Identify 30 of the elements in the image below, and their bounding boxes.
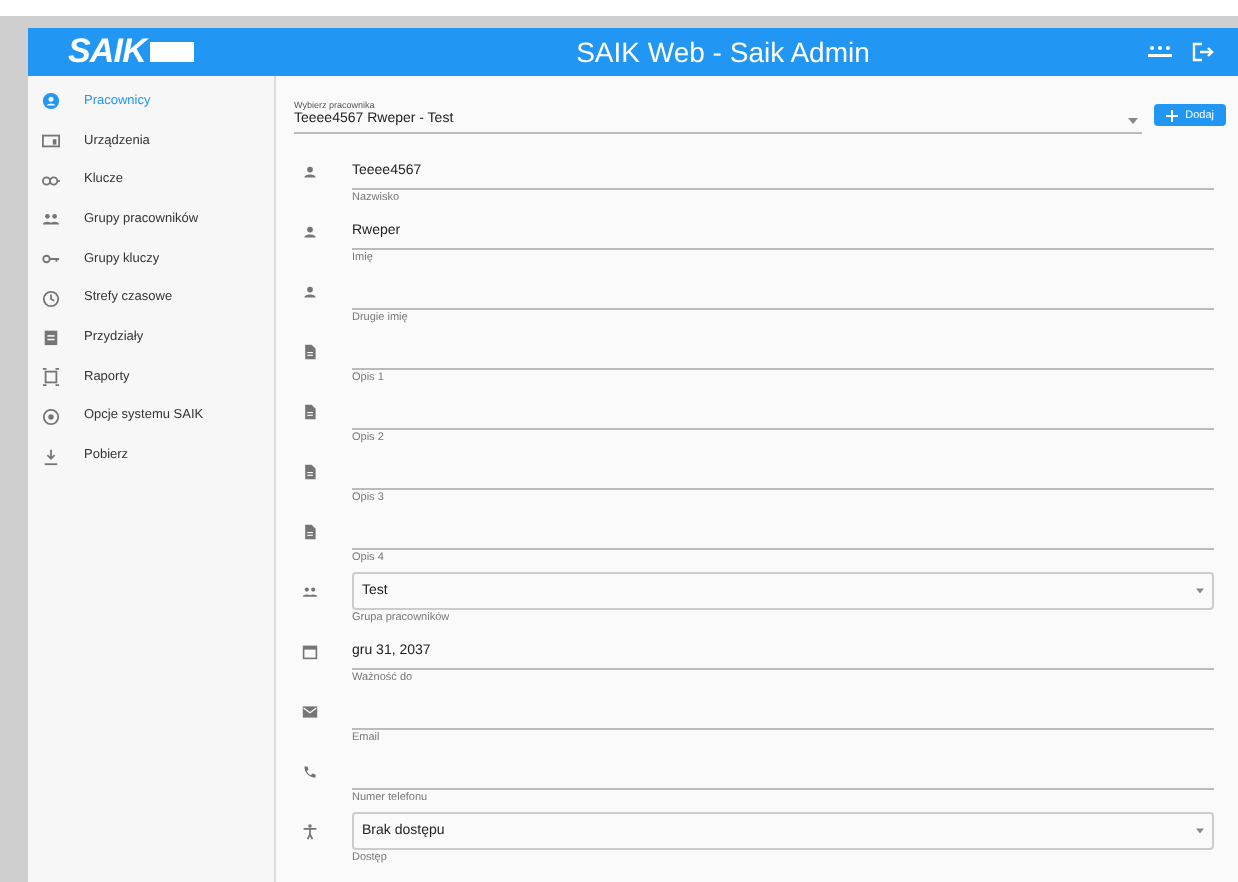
clipboard-icon <box>42 328 60 347</box>
dots-menu-icon[interactable] <box>1148 44 1172 60</box>
phone-icon <box>302 764 318 781</box>
keys-icon <box>42 171 60 190</box>
logout-icon[interactable] <box>1192 42 1214 62</box>
radio-icon <box>42 407 60 426</box>
person-icon <box>302 224 318 241</box>
report-icon <box>42 368 60 387</box>
dropdown-arrow-icon <box>1127 118 1138 125</box>
logo: SAIK <box>68 26 208 78</box>
document-icon <box>302 404 318 421</box>
calendar-icon <box>302 644 318 661</box>
figure-icon <box>302 824 318 841</box>
mail-icon <box>302 704 318 721</box>
clock-icon <box>42 289 60 308</box>
people-icon <box>302 584 318 601</box>
key-icon <box>42 250 60 269</box>
dropdown-arrow-icon <box>1196 588 1204 595</box>
document-icon <box>302 344 318 361</box>
person-circle-icon <box>42 92 60 111</box>
plus-icon <box>1165 109 1178 122</box>
document-icon <box>302 464 318 481</box>
dropdown-arrow-icon <box>1196 828 1204 835</box>
device-icon <box>42 132 60 151</box>
person-icon <box>302 164 318 181</box>
people-icon <box>42 210 60 229</box>
download-icon <box>42 447 60 466</box>
document-icon <box>302 524 318 541</box>
app-title: SAIK Web - Saik Admin <box>574 33 872 71</box>
person-icon <box>302 284 318 301</box>
